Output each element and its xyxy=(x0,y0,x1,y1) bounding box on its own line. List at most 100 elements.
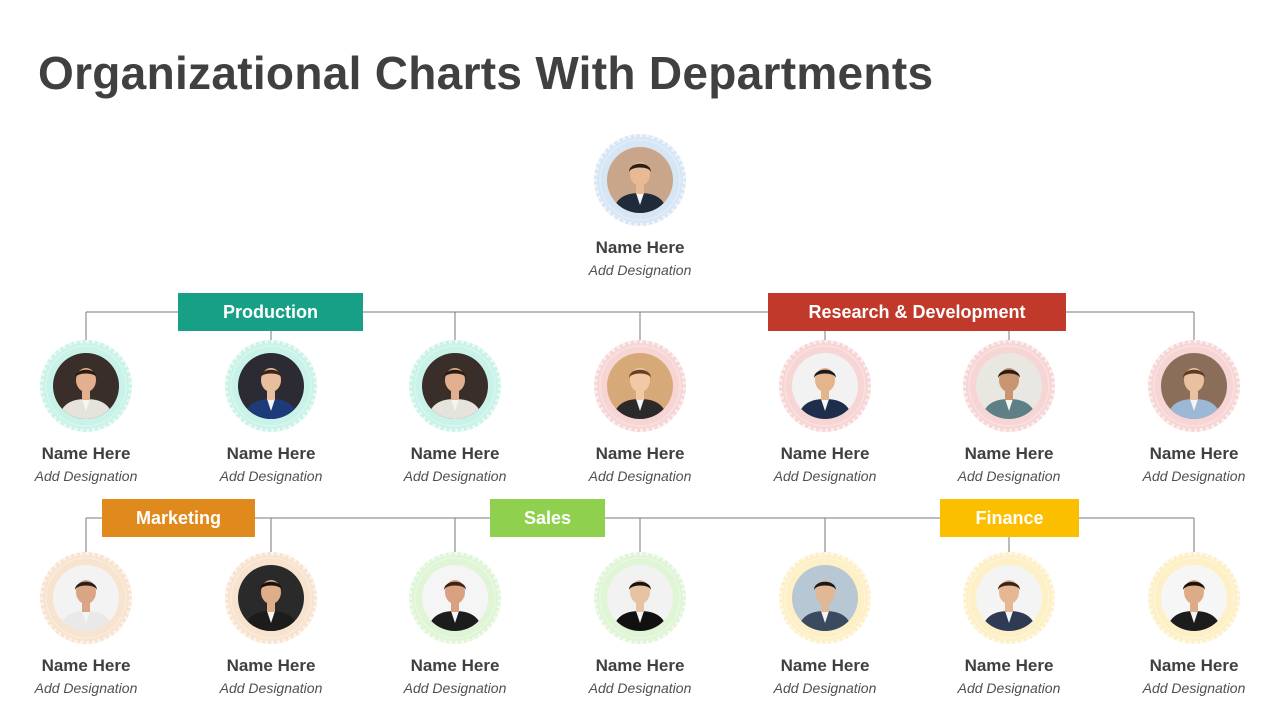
person-designation: Add Designation xyxy=(219,468,323,484)
person-designation: Add Designation xyxy=(1142,680,1246,696)
avatar xyxy=(607,147,673,213)
person-designation: Add Designation xyxy=(1142,468,1246,484)
person-portrait-icon xyxy=(607,565,673,631)
person-name: Name Here xyxy=(964,444,1054,463)
dept-marketing: Marketing xyxy=(102,499,255,537)
person-name: Name Here xyxy=(964,656,1054,675)
person-portrait-icon xyxy=(422,353,488,419)
avatar-ring xyxy=(779,552,871,644)
person-name: Name Here xyxy=(226,444,316,463)
person-designation: Add Designation xyxy=(588,468,692,484)
avatar xyxy=(976,565,1042,631)
person-card: Name Here Add Designation xyxy=(196,552,346,696)
person-designation: Add Designation xyxy=(957,468,1061,484)
person-designation: Add Designation xyxy=(403,680,507,696)
person-designation: Add Designation xyxy=(773,468,877,484)
person-portrait-icon xyxy=(238,565,304,631)
dept-label: Production xyxy=(223,302,318,322)
person-portrait-icon xyxy=(422,565,488,631)
person-portrait-icon xyxy=(976,565,1042,631)
avatar-ring xyxy=(40,552,132,644)
avatar-ring xyxy=(409,552,501,644)
person-portrait-icon xyxy=(792,353,858,419)
person-card: Name Here Add Designation xyxy=(11,340,161,484)
person-portrait-icon xyxy=(976,353,1042,419)
person-name: Name Here xyxy=(410,444,500,463)
person-designation: Add Designation xyxy=(34,680,138,696)
person-card: Name Here Add Designation xyxy=(750,340,900,484)
avatar-ring xyxy=(40,340,132,432)
avatar-ring xyxy=(409,340,501,432)
dept-label: Sales xyxy=(523,508,572,528)
avatar xyxy=(422,565,488,631)
dept-label: Marketing xyxy=(135,508,222,528)
person-portrait-icon xyxy=(792,565,858,631)
dept-production: Production xyxy=(178,293,363,331)
avatar-ring xyxy=(963,552,1055,644)
person-portrait-icon xyxy=(238,353,304,419)
avatar-ring xyxy=(225,552,317,644)
avatar xyxy=(53,353,119,419)
person-portrait-icon xyxy=(53,353,119,419)
person-designation: Add Designation xyxy=(588,262,692,278)
person-name: Name Here xyxy=(595,656,685,675)
avatar xyxy=(53,565,119,631)
avatar xyxy=(238,353,304,419)
person-card: Name Here Add Designation xyxy=(1119,552,1269,696)
person-portrait-icon xyxy=(1161,565,1227,631)
person-card: Name Here Add Designation xyxy=(750,552,900,696)
person-card: Name Here Add Designation xyxy=(934,552,1084,696)
avatar xyxy=(976,353,1042,419)
avatar xyxy=(607,565,673,631)
dept-label: Finance xyxy=(975,508,1044,528)
person-designation: Add Designation xyxy=(219,680,323,696)
person-name: Name Here xyxy=(780,444,870,463)
avatar-ring xyxy=(594,340,686,432)
person-portrait-icon xyxy=(607,147,673,213)
person-card: Name Here Add Designation xyxy=(380,340,530,484)
person-card: Name Here Add Designation xyxy=(196,340,346,484)
person-designation: Add Designation xyxy=(403,468,507,484)
person-designation: Add Designation xyxy=(34,468,138,484)
avatar-ring xyxy=(779,340,871,432)
person-card: Name Here Add Designation xyxy=(380,552,530,696)
person-card: Name Here Add Designation xyxy=(934,340,1084,484)
avatar xyxy=(792,353,858,419)
avatar-ring xyxy=(1148,340,1240,432)
avatar xyxy=(238,565,304,631)
person-name: Name Here xyxy=(41,444,131,463)
person-name: Name Here xyxy=(595,444,685,463)
avatar-ring xyxy=(594,134,686,226)
person-designation: Add Designation xyxy=(588,680,692,696)
person-card: Name Here Add Designation xyxy=(565,340,715,484)
person-name: Name Here xyxy=(1149,656,1239,675)
person-name: Name Here xyxy=(1149,444,1239,463)
dept-finance: Finance xyxy=(940,499,1079,537)
person-name: Name Here xyxy=(780,656,870,675)
person-portrait-icon xyxy=(607,353,673,419)
dept-research-development: Research & Development xyxy=(768,293,1066,331)
person-card: Name Here Add Designation xyxy=(565,552,715,696)
avatar xyxy=(1161,565,1227,631)
person-portrait-icon xyxy=(1161,353,1227,419)
avatar xyxy=(792,565,858,631)
top-person-card: Name Here Add Designation xyxy=(565,134,715,278)
person-designation: Add Designation xyxy=(773,680,877,696)
avatar xyxy=(607,353,673,419)
avatar xyxy=(1161,353,1227,419)
person-designation: Add Designation xyxy=(957,680,1061,696)
person-name: Name Here xyxy=(41,656,131,675)
person-name: Name Here xyxy=(226,656,316,675)
avatar-ring xyxy=(963,340,1055,432)
person-card: Name Here Add Designation xyxy=(11,552,161,696)
avatar-ring xyxy=(1148,552,1240,644)
avatar-ring xyxy=(225,340,317,432)
person-portrait-icon xyxy=(53,565,119,631)
person-name: Name Here xyxy=(410,656,500,675)
person-name: Name Here xyxy=(595,238,685,257)
person-card: Name Here Add Designation xyxy=(1119,340,1269,484)
dept-label: Research & Development xyxy=(808,302,1026,322)
dept-sales: Sales xyxy=(490,499,605,537)
avatar xyxy=(422,353,488,419)
avatar-ring xyxy=(594,552,686,644)
